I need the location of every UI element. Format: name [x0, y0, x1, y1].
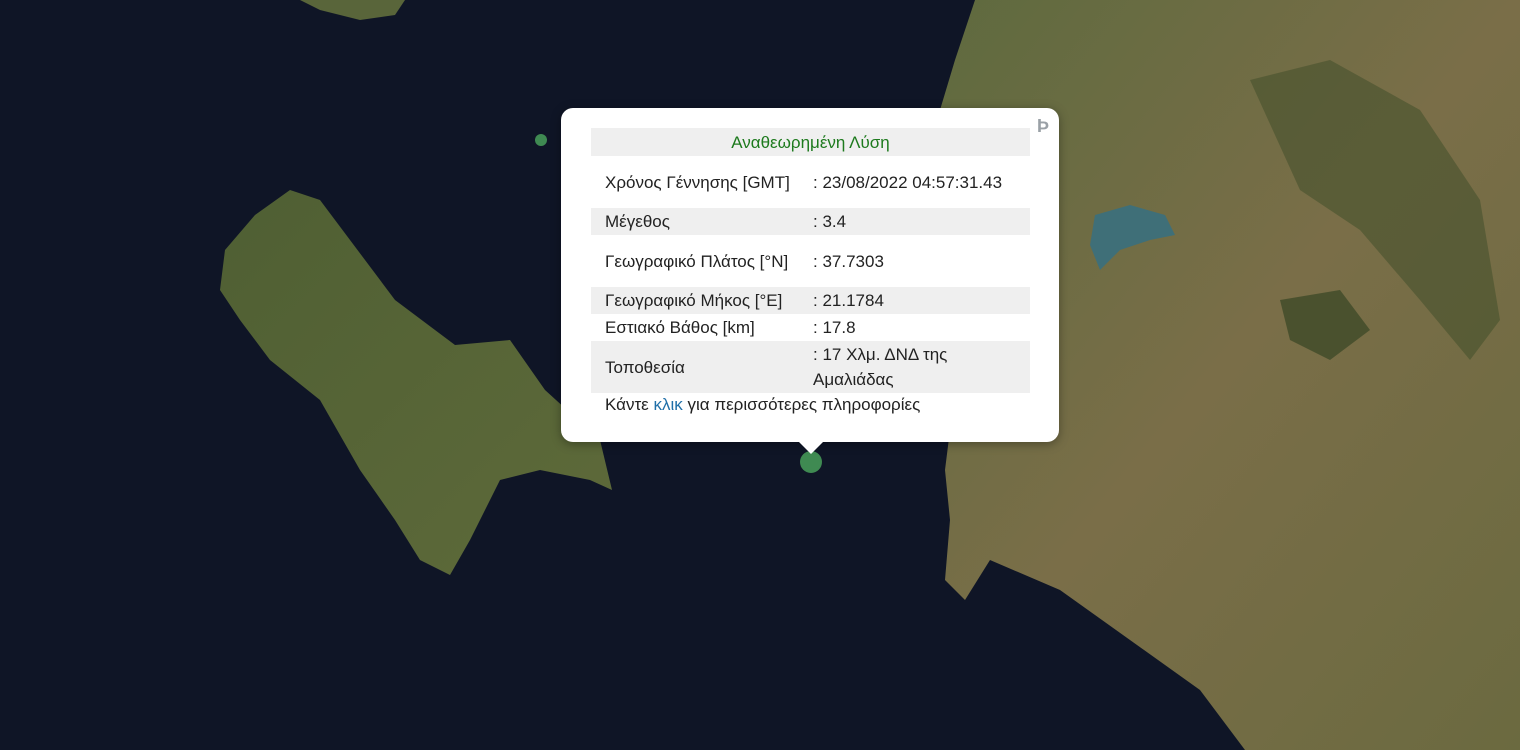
row-label: Γεωγραφικό Πλάτος [°N]	[605, 251, 789, 271]
row-value: : 17 Χλμ. ΔΝΔ της Αμαλιάδας	[809, 341, 1030, 393]
row-value: : 37.7303	[813, 251, 884, 271]
row-value: : 21.1784	[809, 287, 1030, 314]
earthquake-marker-small[interactable]	[535, 134, 547, 146]
earthquake-info-popup: Ϸ Αναθεωρημένη Λύση Χρόνος Γέννησης [GMT…	[561, 108, 1059, 442]
table-row: Μέγεθος : 3.4	[591, 208, 1030, 235]
row-label: Γεωγραφικό Μήκος [°E]	[591, 287, 809, 314]
footer-prefix: Κάντε	[605, 395, 649, 414]
table-row: Γεωγραφικό Μήκος [°E] : 21.1784	[591, 287, 1030, 314]
popup-footer: Κάντε κλικ για περισσότερες πληροφορίες	[605, 395, 920, 415]
row-value: : 23/08/2022 04:57:31.43	[813, 172, 1003, 192]
footer-suffix: για περισσότερες πληροφορίες	[687, 395, 921, 414]
popup-title: Αναθεωρημένη Λύση	[591, 128, 1030, 156]
row-value: : 17.8	[813, 318, 856, 337]
table-row: Εστιακό Βάθος [km] : 17.8	[591, 314, 1030, 341]
table-row: Χρόνος Γέννησης [GMT] : 23/08/2022 04:57…	[591, 156, 1030, 208]
earthquake-marker-selected[interactable]	[800, 451, 822, 473]
b-logo-icon[interactable]: Ϸ	[1037, 116, 1049, 137]
table-row: Γεωγραφικό Πλάτος [°N] : 37.7303	[591, 235, 1030, 287]
row-label: Χρόνος Γέννησης [GMT]	[605, 172, 790, 192]
popup-pointer	[798, 441, 824, 454]
more-info-link[interactable]: κλικ	[654, 395, 683, 414]
row-value: : 3.4	[809, 208, 1030, 235]
row-label: Τοποθεσία	[591, 341, 809, 393]
row-label: Μέγεθος	[591, 208, 809, 235]
table-row: Τοποθεσία : 17 Χλμ. ΔΝΔ της Αμαλιάδας	[591, 341, 1030, 393]
row-label: Εστιακό Βάθος [km]	[605, 318, 755, 337]
earthquake-info-table: Αναθεωρημένη Λύση Χρόνος Γέννησης [GMT] …	[591, 128, 1030, 393]
